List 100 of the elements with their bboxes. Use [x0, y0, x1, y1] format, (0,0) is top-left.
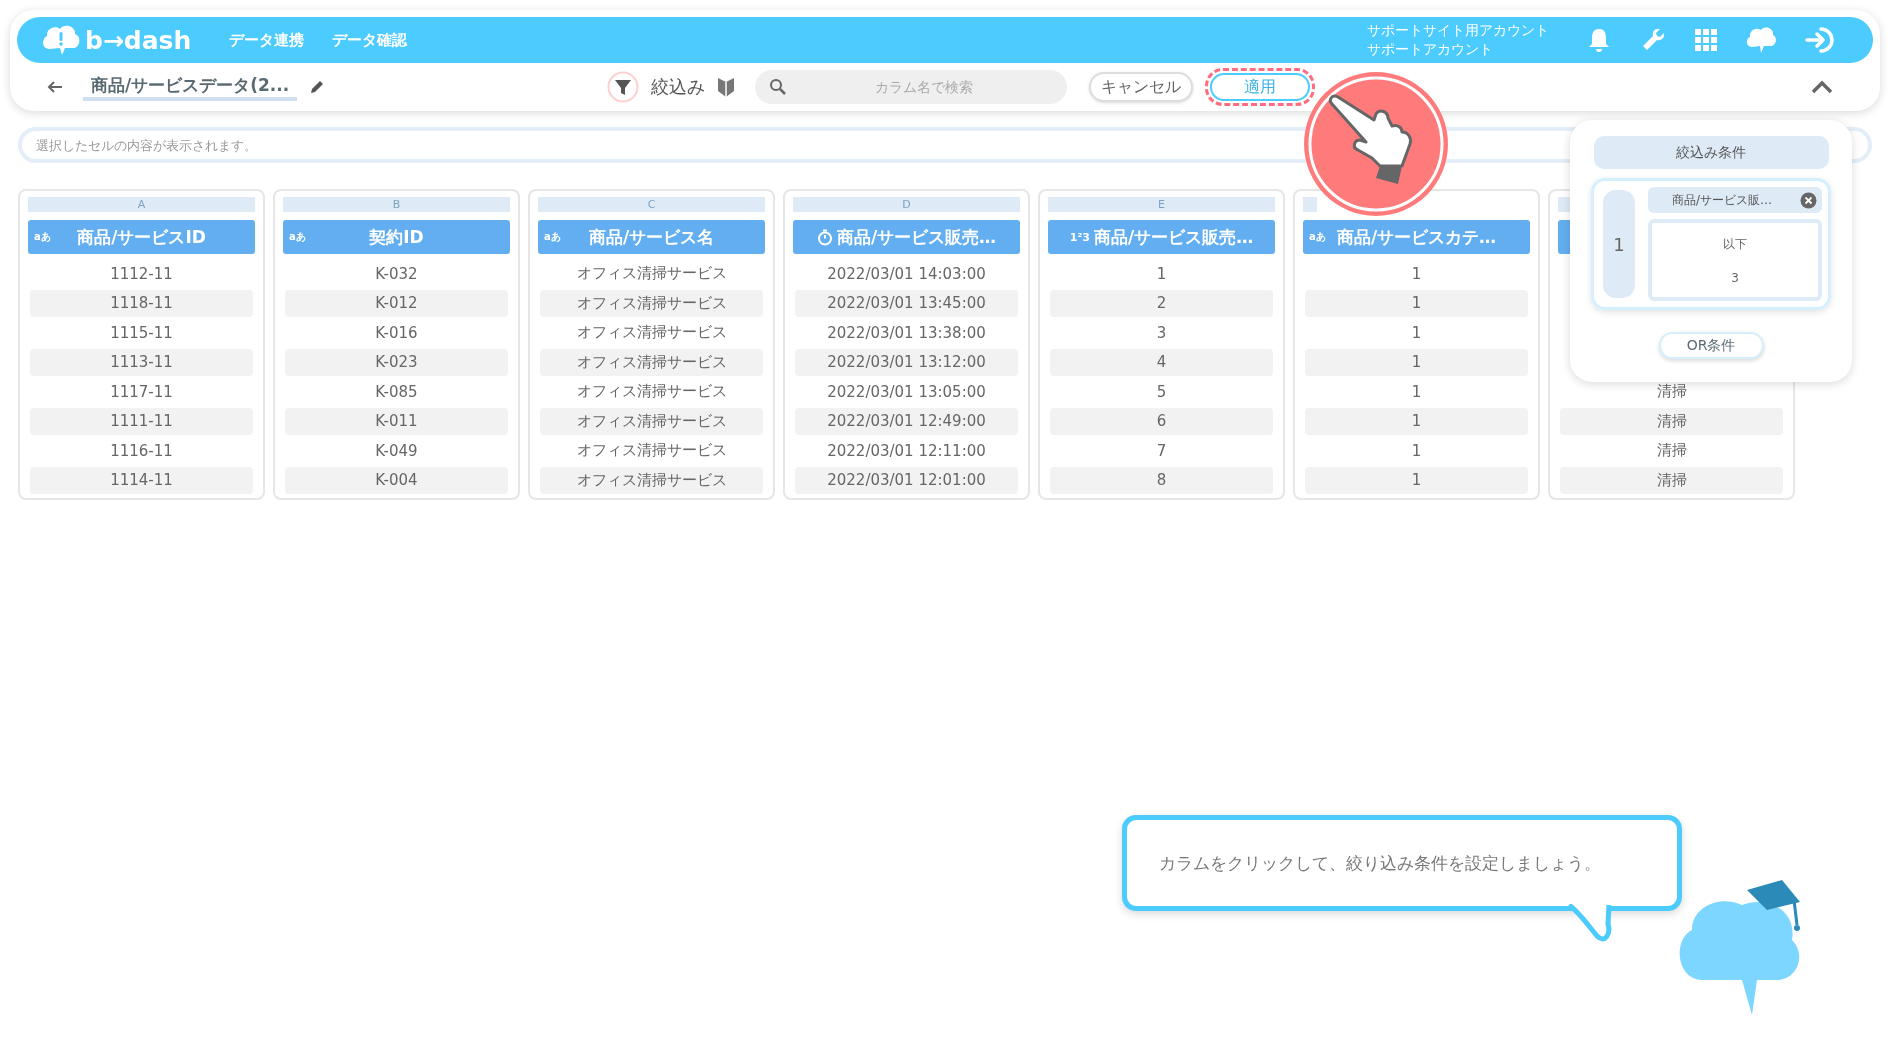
- table-cell-text: K-085: [374, 381, 419, 403]
- table-cell: 1: [1305, 466, 1528, 494]
- column-letter[interactable]: B: [283, 197, 510, 212]
- table-cell: 2: [1050, 289, 1273, 317]
- table-cell: 2022/03/01 12:49:00: [795, 407, 1018, 435]
- table-cell: 4: [1050, 348, 1273, 376]
- search-field[interactable]: カラム名で検索: [755, 70, 1068, 104]
- condition-column-name: 商品/サービス販…: [1672, 191, 1773, 209]
- table-cell: 1114-11: [30, 466, 253, 494]
- type-label: aあ: [544, 230, 561, 244]
- column-name: 商品/サービスID: [77, 225, 206, 249]
- table-cell-text: オフィス清掃サービス: [575, 381, 728, 402]
- type-label: aあ: [1309, 230, 1326, 244]
- column-header[interactable]: aあ 商品/サービス名: [538, 220, 765, 254]
- table-cell: オフィス清掃サービス: [540, 289, 763, 317]
- column-name: 商品/サービス販売…: [1093, 225, 1254, 249]
- table-cell-text: 5: [1155, 381, 1168, 403]
- condition-value: 3: [1731, 270, 1739, 285]
- account-name: サポートサイト用アカウント: [1367, 21, 1549, 40]
- collapse-chevron-icon[interactable]: [1811, 80, 1833, 94]
- or-condition-button[interactable]: OR条件: [1658, 332, 1764, 359]
- condition-column[interactable]: 商品/サービス販…: [1648, 187, 1822, 213]
- table-cell: 8: [1050, 466, 1273, 494]
- column-header[interactable]: 商品/サービス販売…: [793, 220, 1020, 254]
- table-cell-text: 清掃: [1655, 440, 1688, 461]
- table-cell: 6: [1050, 407, 1273, 435]
- table-cell: K-004: [285, 466, 508, 494]
- group-number: 1: [1600, 187, 1638, 301]
- column-letter[interactable]: A: [28, 197, 255, 212]
- pencil-icon[interactable]: [309, 79, 326, 95]
- table-cell-text: 1: [1155, 263, 1168, 285]
- table-cell: 清掃: [1560, 407, 1783, 435]
- table-cell-text: 1117-11: [109, 381, 174, 403]
- panel-title: 絞込み条件: [1593, 136, 1829, 169]
- logo-text: b→dash: [85, 25, 192, 55]
- stopwatch-icon: [816, 228, 833, 246]
- table-cell-text: 1: [1410, 263, 1423, 285]
- table-cell-text: 3: [1155, 322, 1168, 344]
- column-header[interactable]: aあ 商品/サービスID: [28, 220, 255, 254]
- table-cell: 2022/03/01 13:12:00: [795, 348, 1018, 376]
- cancel-button[interactable]: キャンセル: [1089, 72, 1194, 102]
- table-cell: オフィス清掃サービス: [540, 407, 763, 435]
- table-cell: K-012: [285, 289, 508, 317]
- filter-label: 絞込み: [651, 75, 706, 99]
- column-letter-bar: [1303, 197, 1317, 212]
- table-cell-text: K-049: [374, 440, 419, 462]
- column-name: 商品/サービス販売…: [836, 225, 997, 249]
- table-cell: K-011: [285, 407, 508, 435]
- column-name: 商品/サービスカテ…: [1336, 225, 1497, 249]
- column-letter[interactable]: C: [538, 197, 765, 212]
- search-icon: [769, 78, 788, 96]
- filter-icon[interactable]: [607, 71, 640, 103]
- table-cell-text: 2022/03/01 13:38:00: [826, 322, 987, 344]
- table-cell: 1: [1305, 407, 1528, 435]
- table-cell: 2022/03/01 13:45:00: [795, 289, 1018, 317]
- table-cell-text: 1116-11: [109, 440, 174, 462]
- table-cell: 2022/03/01 12:01:00: [795, 466, 1018, 494]
- column-header[interactable]: aあ 商品/サービスカテ…: [1303, 220, 1530, 254]
- nav-link[interactable]: データ連携: [229, 30, 305, 50]
- table-cell: 1118-11: [30, 289, 253, 317]
- type-label: aあ: [34, 230, 51, 244]
- table-cell-text: オフィス清掃サービス: [575, 322, 728, 343]
- table-cell-text: 1: [1410, 440, 1423, 462]
- table-cell-text: K-016: [374, 322, 419, 344]
- table-cell: 1113-11: [30, 348, 253, 376]
- remove-icon[interactable]: [1800, 191, 1817, 209]
- table-cell: 1: [1305, 348, 1528, 376]
- beginner-mark-icon[interactable]: [717, 76, 736, 98]
- column-letter[interactable]: D: [793, 197, 1020, 212]
- search-field[interactable]: カラム名で検索: [795, 78, 1054, 96]
- apply-button[interactable]: 適用: [1210, 73, 1311, 101]
- table-cell: 清掃: [1560, 466, 1783, 494]
- table-cell: 1: [1305, 289, 1528, 317]
- cloud-logo-icon: [41, 23, 81, 57]
- table-cell-text: 1115-11: [109, 322, 174, 344]
- type-label: aあ: [289, 230, 306, 244]
- back-arrow-icon[interactable]: [47, 81, 63, 93]
- table-cell-text: 2022/03/01 14:03:00: [826, 263, 987, 285]
- tutorial-message: カラムをクリックして、絞り込み条件を設定しましょう。: [1159, 851, 1601, 875]
- column-header[interactable]: 1²3 商品/サービス販売…: [1048, 220, 1275, 254]
- table-cell-text: 7: [1155, 440, 1168, 462]
- data-title: 商品/サービスデータ(2...: [83, 73, 298, 101]
- table-cell-text: 1: [1410, 381, 1423, 403]
- type-label: 1²3: [1069, 230, 1090, 244]
- condition-operator: 以下: [1723, 235, 1747, 253]
- table-cell: オフィス清掃サービス: [540, 348, 763, 376]
- column-header[interactable]: aあ 契約ID: [283, 220, 510, 254]
- table-cell: K-023: [285, 348, 508, 376]
- table-cell-text: K-032: [374, 263, 419, 285]
- table-cell-text: 1: [1410, 322, 1423, 344]
- table-cell-text: オフィス清掃サービス: [575, 440, 728, 461]
- nav-link[interactable]: データ確認: [332, 30, 408, 50]
- table-cell-text: 2022/03/01 13:05:00: [826, 381, 987, 403]
- table-cell: 1111-11: [30, 407, 253, 435]
- condition-card[interactable]: 以下 3: [1648, 219, 1822, 301]
- table-cell: オフィス清掃サービス: [540, 466, 763, 494]
- table-cell-text: 2022/03/01 12:11:00: [826, 440, 987, 462]
- account-name: サポートアカウント: [1367, 40, 1494, 59]
- column-name: 商品/サービス名: [588, 225, 715, 249]
- column-letter[interactable]: E: [1048, 197, 1275, 212]
